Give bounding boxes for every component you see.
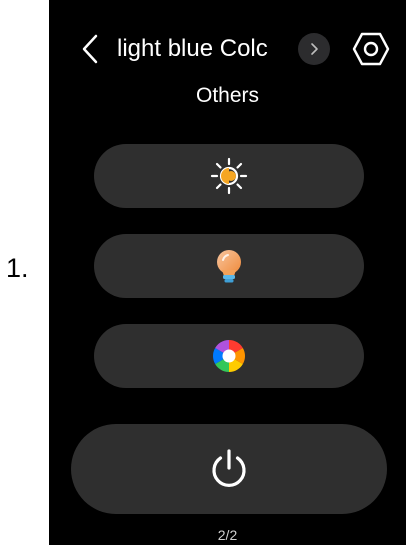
step-number-label: 1.	[6, 253, 29, 283]
bulb-icon	[217, 250, 241, 283]
section-title: Others	[195, 84, 260, 107]
brightness-button[interactable]	[94, 144, 364, 208]
page-indicator: 2/2	[217, 527, 238, 543]
color-temperature-button[interactable]	[94, 234, 364, 298]
settings-hexagon-icon[interactable]	[352, 30, 390, 68]
phone-screen: light blue Colc Others 2/2	[49, 0, 406, 545]
next-device-button[interactable]	[298, 33, 330, 65]
power-icon	[212, 449, 246, 487]
power-button[interactable]	[71, 424, 387, 514]
color-wheel-icon	[212, 340, 246, 372]
brightness-icon	[210, 157, 248, 195]
back-arrow-icon[interactable]	[79, 34, 101, 64]
chevron-right-icon	[311, 43, 318, 55]
device-name-title: light blue Colc	[117, 35, 268, 62]
color-picker-button[interactable]	[94, 324, 364, 388]
